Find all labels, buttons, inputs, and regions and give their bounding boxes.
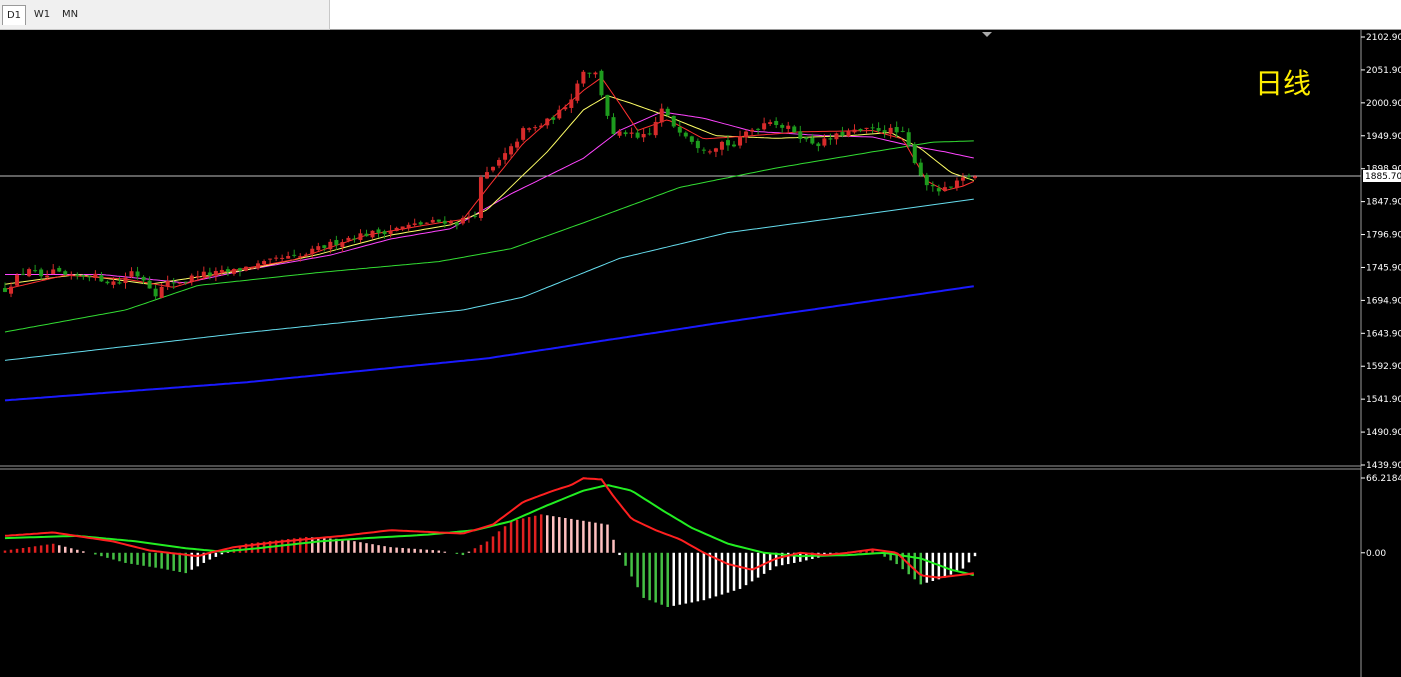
price-tick-label: 1847.90 [1366, 198, 1401, 208]
candle [605, 94, 610, 120]
candle [15, 273, 20, 287]
chart-background [0, 30, 1401, 677]
price-tick-label: 1694.90 [1366, 296, 1401, 306]
price-tick-label: 2000.90 [1366, 99, 1401, 109]
price-tick-label: 1541.90 [1366, 395, 1401, 405]
price-tick-label: 1796.90 [1366, 231, 1401, 241]
tab-w1[interactable]: W1 [29, 5, 55, 25]
candle [478, 175, 483, 221]
price-chart[interactable]: 日线 2102.902051.902000.901949.901898.9018… [0, 30, 1401, 677]
price-tick-label: 1592.90 [1366, 362, 1401, 372]
price-tick-label: 1745.90 [1366, 263, 1401, 273]
price-tick-label: 1490.90 [1366, 428, 1401, 438]
price-tick-label: 1643.90 [1366, 329, 1401, 339]
price-tick-label: 1439.90 [1366, 461, 1401, 471]
current-price-label: 1885.70 [1363, 170, 1401, 182]
macd-tick-label: 66.2184 [1366, 474, 1401, 484]
macd-tick-label: 0.00 [1366, 549, 1386, 559]
candle [671, 115, 676, 129]
price-tick-label: 2051.90 [1366, 66, 1401, 76]
timeframe-annotation: 日线 [1255, 67, 1311, 100]
tab-d1[interactable]: D1 [2, 5, 26, 25]
tab-mn[interactable]: MN [57, 5, 83, 25]
timeframe-tabstrip: D1 W1 MN [0, 0, 330, 30]
candle [912, 142, 917, 165]
timeframe-toolbar: D1 W1 MN [0, 0, 1401, 30]
price-tick-label: 2102.90 [1366, 33, 1401, 43]
candle [599, 69, 604, 98]
candle [575, 80, 580, 104]
candle [521, 126, 526, 142]
current-price-text: 1885.70 [1365, 172, 1401, 182]
price-tick-label: 1949.90 [1366, 132, 1401, 142]
candle [243, 266, 248, 272]
